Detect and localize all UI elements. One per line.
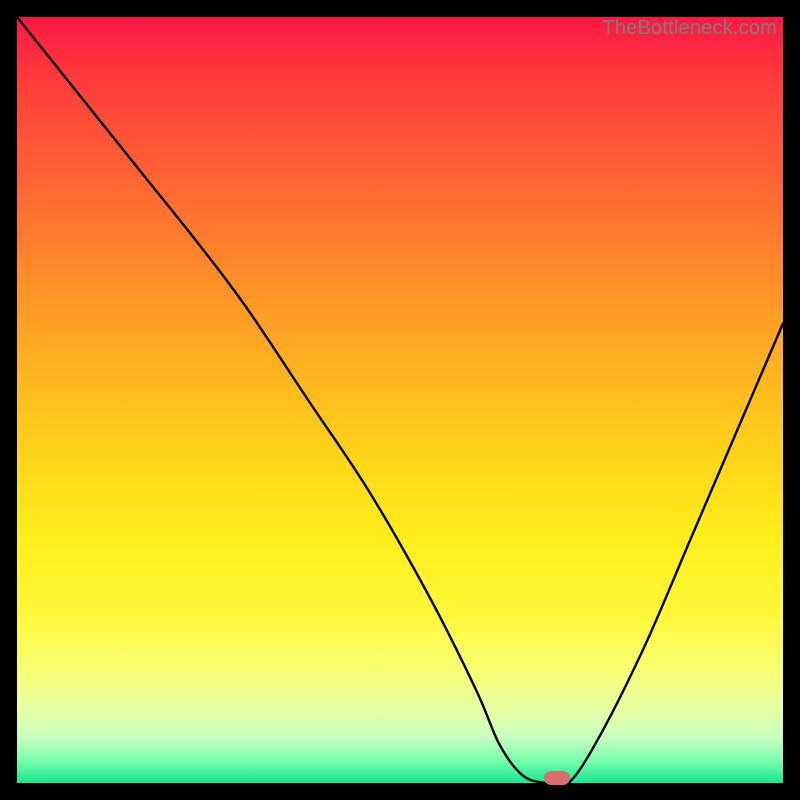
plot-area: TheBottleneck.com — [17, 17, 783, 783]
bottleneck-curve — [17, 17, 783, 783]
optimum-marker — [544, 771, 570, 785]
chart-frame: TheBottleneck.com — [0, 0, 800, 800]
